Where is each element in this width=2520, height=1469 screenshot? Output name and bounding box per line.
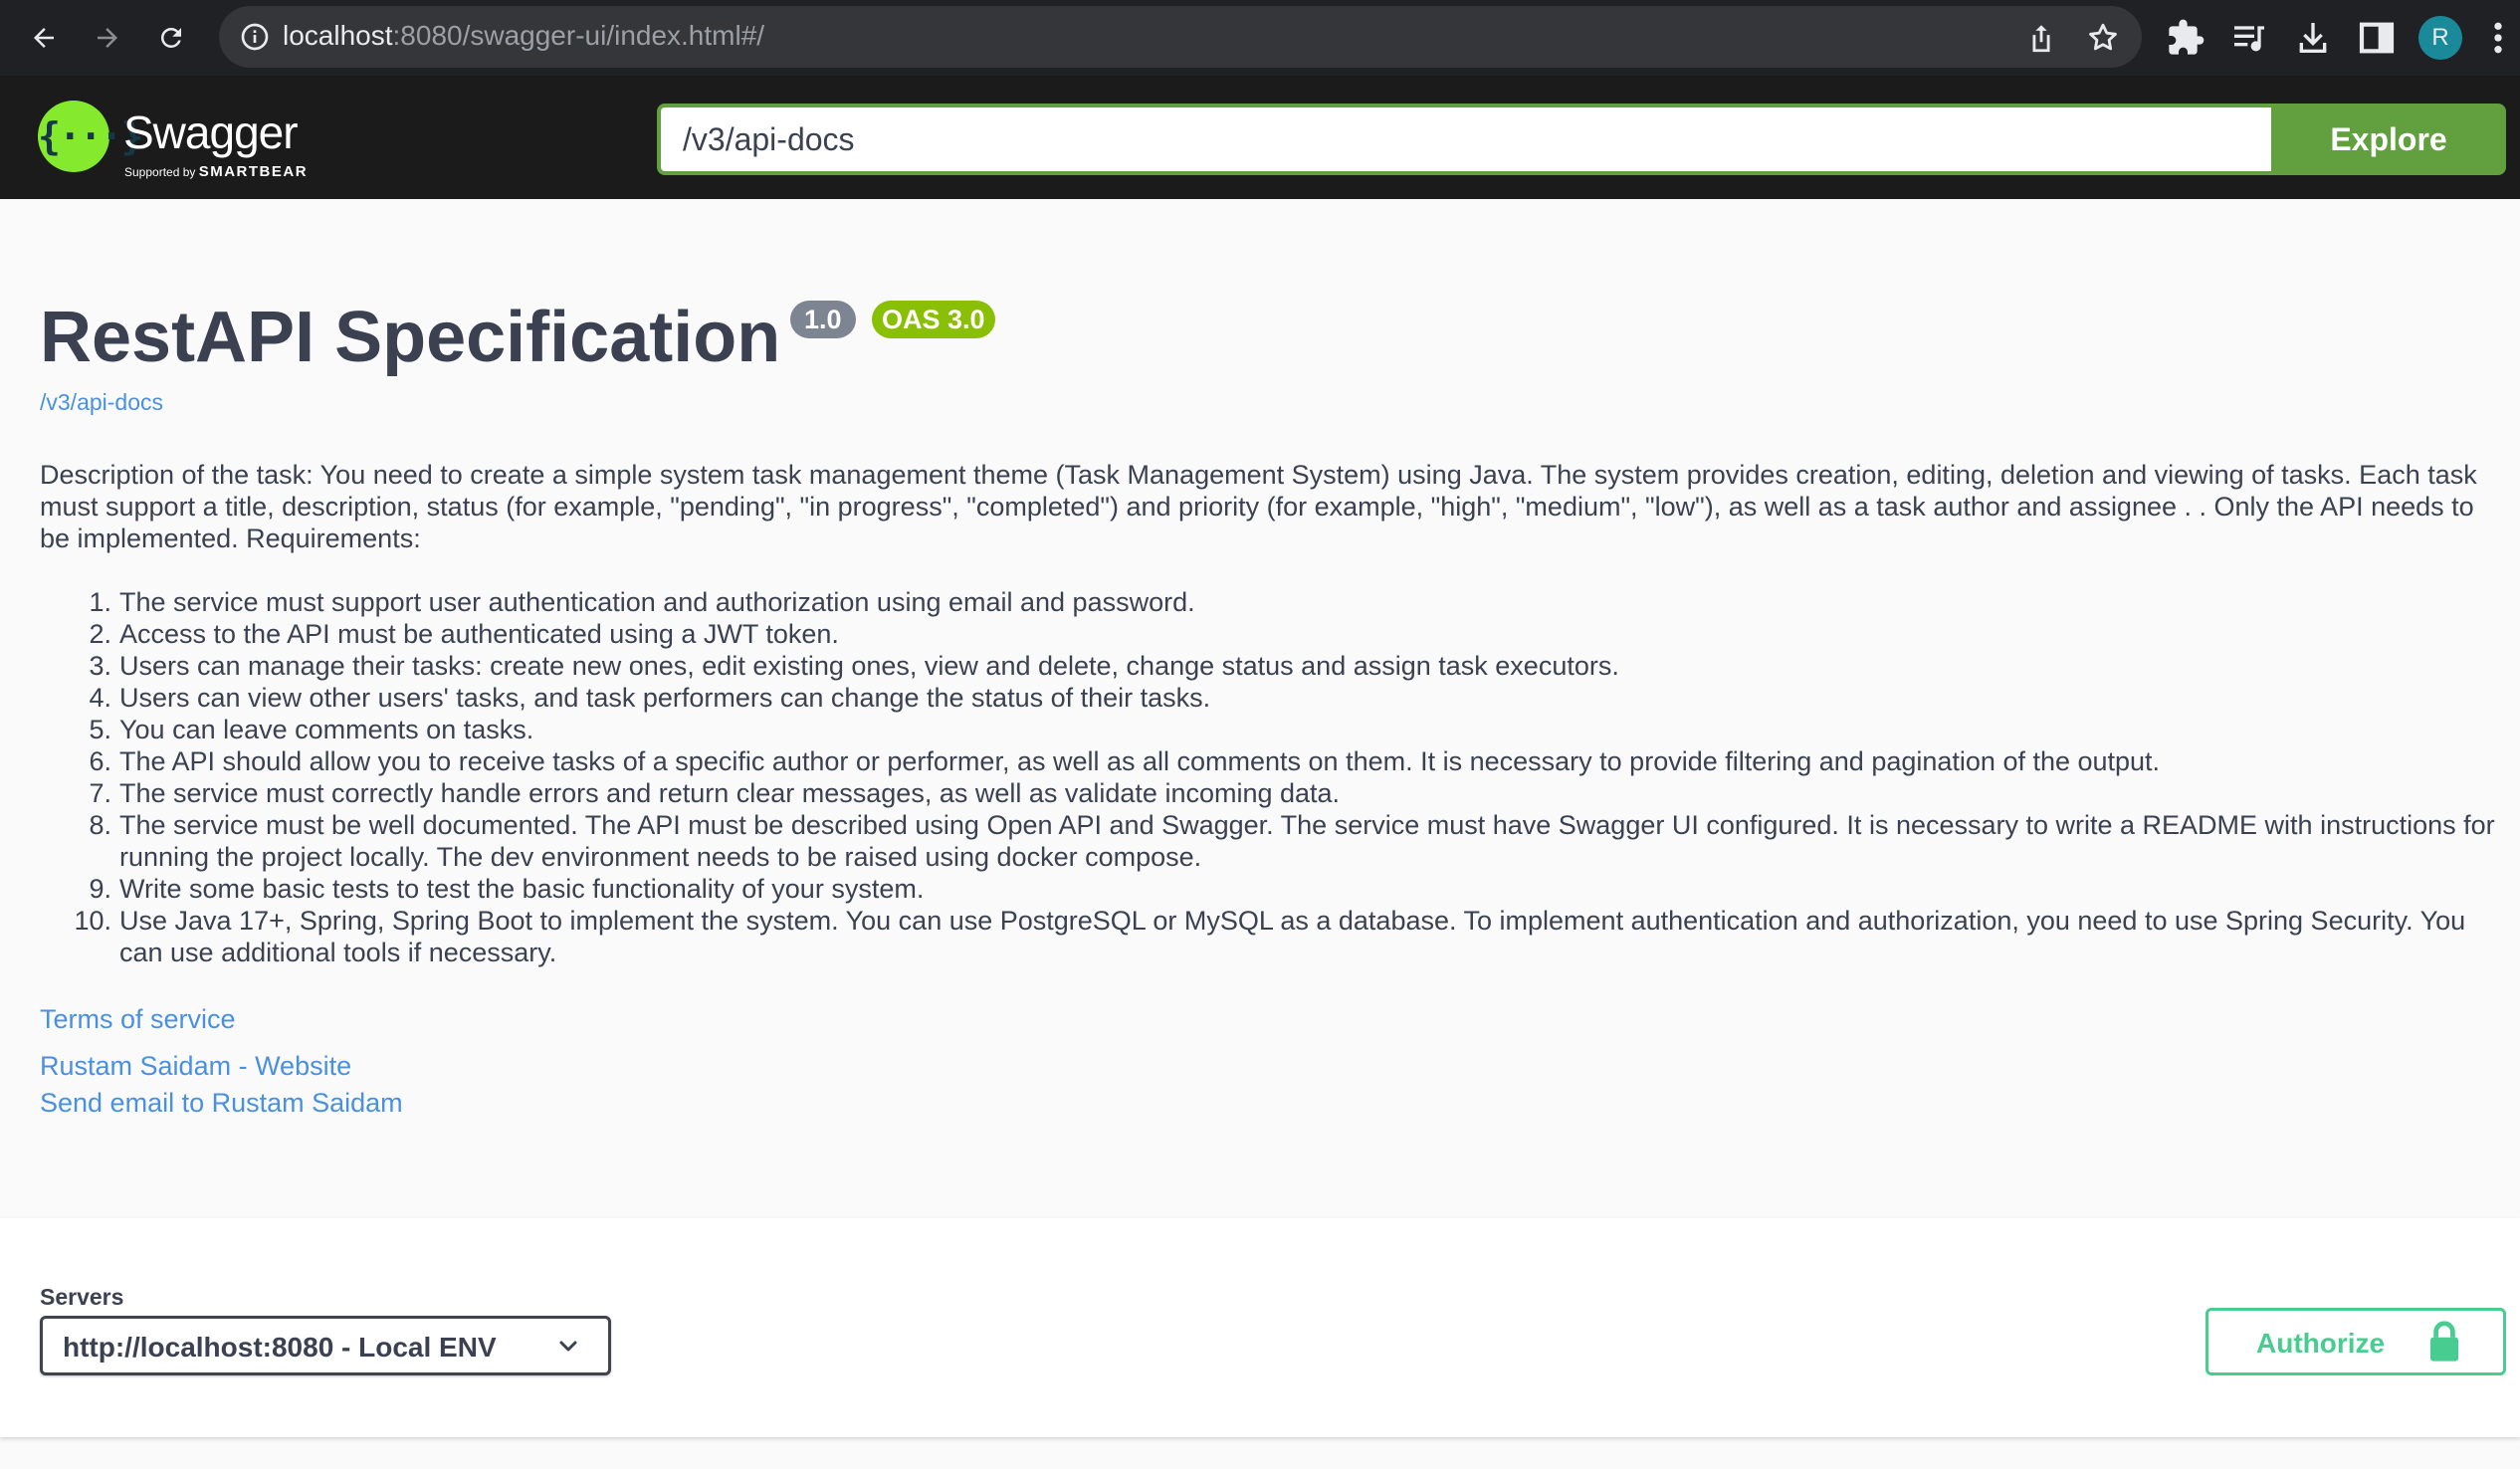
menu-icon[interactable] (2488, 18, 2508, 58)
profile-avatar[interactable]: R (2418, 16, 2462, 60)
item-text: Write some basic tests to test the basic… (119, 874, 925, 904)
item-number: 5. (89, 715, 111, 744)
item-text: Users can manage their tasks: create new… (119, 651, 1619, 681)
item-number: 8. (89, 810, 111, 840)
list-item: 9. Write some basic tests to test the bas… (40, 873, 2508, 905)
swagger-topbar: {···} Swagger Supported by SMARTBEAR Exp… (0, 76, 2520, 199)
list-item: 7. The service must correctly handle erro… (40, 777, 2508, 809)
spec-url-link[interactable]: /v3/api-docs (40, 389, 163, 416)
media-controls-icon[interactable] (2229, 18, 2269, 58)
item-text: The API should allow you to receive task… (119, 746, 2161, 776)
authorize-button[interactable]: Authorize (2205, 1308, 2506, 1375)
list-item: 4. Users can view other users' tasks, and… (40, 682, 2508, 714)
item-number: 7. (89, 778, 111, 808)
reload-icon[interactable] (147, 14, 195, 62)
item-text: The service must be well documented. The… (119, 810, 2495, 872)
url-path: :8080/swagger-ui/index.html#/ (392, 20, 765, 51)
list-item: 1. The service must support user authenti… (40, 586, 2508, 618)
share-icon[interactable] (2024, 21, 2058, 55)
item-text: The service must support user authentica… (119, 587, 1195, 617)
item-text: Use Java 17+, Spring, Spring Boot to imp… (119, 906, 2466, 967)
site-info-icon[interactable] (239, 21, 271, 53)
list-item: 5. You can leave comments on tasks. (40, 714, 2508, 745)
requirements-list: 1. The service must support user authenti… (40, 586, 2508, 968)
api-description: Description of the task: You need to cre… (40, 460, 2477, 553)
item-number: 4. (89, 683, 111, 713)
avatar-letter: R (2431, 24, 2449, 51)
logo-name: Swagger (123, 106, 299, 158)
oas-badge: OAS 3.0 (872, 301, 995, 338)
contact-email-link[interactable]: Send email to Rustam Saidam (40, 1088, 403, 1119)
item-text: You can leave comments on tasks. (119, 715, 534, 744)
back-icon[interactable] (20, 14, 68, 62)
logo-supported-text: Supported by (124, 165, 199, 179)
list-item: 3. Users can manage their tasks: create n… (40, 650, 2508, 682)
download-icon[interactable] (2293, 18, 2333, 58)
version-badge: 1.0 (790, 301, 856, 338)
list-item: 8. The service must be well documented. T… (40, 809, 2508, 873)
address-text[interactable]: localhost:8080/swagger-ui/index.html#/ (283, 20, 764, 52)
address-bar[interactable]: localhost:8080/swagger-ui/index.html#/ (219, 6, 2142, 68)
terms-of-service-link[interactable]: Terms of service (40, 1004, 236, 1035)
url-host: localhost (283, 20, 393, 51)
item-number: 9. (89, 874, 111, 904)
servers-section: Servers http://localhost:8080 - Local EN… (0, 1218, 2520, 1437)
browser-toolbar: localhost:8080/swagger-ui/index.html#/ R (0, 0, 2520, 76)
authorize-label: Authorize (2256, 1328, 2386, 1359)
item-number: 3. (89, 651, 111, 681)
item-text: The service must correctly handle errors… (119, 778, 1341, 808)
spec-url-input[interactable] (657, 104, 2271, 175)
item-number: 10. (74, 906, 111, 936)
chevron-down-icon (559, 1341, 577, 1352)
logo-supported-by: Supported by SMARTBEAR (124, 163, 308, 180)
list-item: 6. The API should allow you to receive ta… (40, 745, 2508, 777)
item-number: 1. (89, 587, 111, 617)
list-item: 10. Use Java 17+, Spring, Spring Boot to … (40, 905, 2508, 968)
servers-label: Servers (40, 1284, 124, 1310)
extensions-icon[interactable] (2166, 18, 2205, 58)
server-select[interactable]: http://localhost:8080 - Local ENV (40, 1316, 611, 1375)
bookmark-star-icon[interactable] (2086, 21, 2120, 55)
list-item: 2. Access to the API must be authenticate… (40, 618, 2508, 650)
item-text: Users can view other users' tasks, and t… (119, 683, 1211, 713)
contact-website-link[interactable]: Rustam Saidam - Website (40, 1051, 351, 1082)
item-text: Access to the API must be authenticated … (119, 619, 839, 649)
item-number: 2. (89, 619, 111, 649)
side-panel-icon[interactable] (2357, 18, 2397, 58)
swagger-logo-icon[interactable]: {···} (38, 101, 143, 172)
explore-button[interactable]: Explore (2271, 104, 2506, 175)
lock-icon (2430, 1321, 2458, 1362)
server-selected-value: http://localhost:8080 - Local ENV (63, 1332, 497, 1363)
forward-icon[interactable] (84, 14, 131, 62)
logo-company: SMARTBEAR (198, 163, 309, 180)
api-title: RestAPI Specification (40, 298, 781, 377)
item-number: 6. (89, 746, 111, 776)
